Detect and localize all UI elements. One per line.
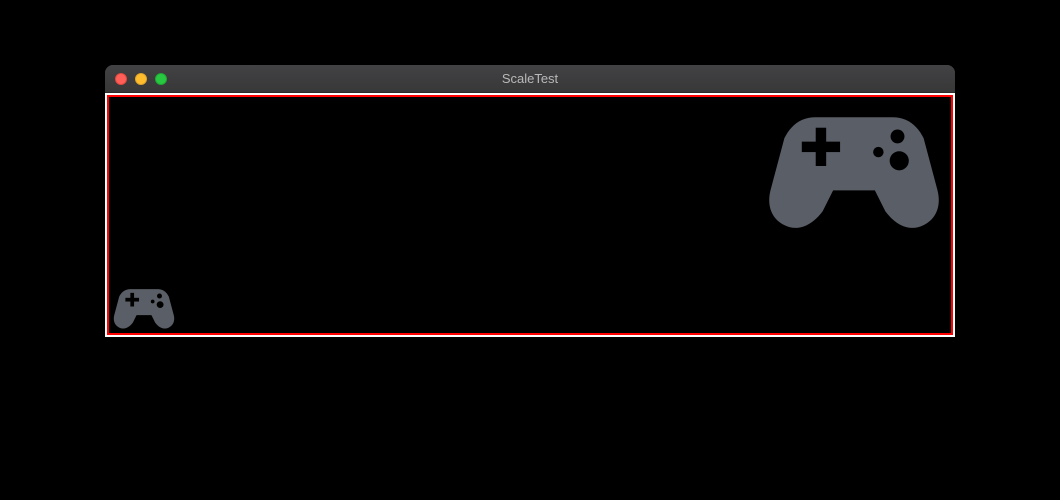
app-window: ScaleTest — [105, 65, 955, 337]
minimize-button[interactable] — [135, 73, 147, 85]
game-controller-icon-large — [767, 101, 941, 231]
titlebar[interactable]: ScaleTest — [105, 65, 955, 93]
traffic-lights — [115, 73, 167, 85]
close-button[interactable] — [115, 73, 127, 85]
scene-view — [107, 95, 953, 335]
zoom-button[interactable] — [155, 73, 167, 85]
window-title: ScaleTest — [502, 71, 558, 86]
content-area — [105, 93, 955, 337]
game-controller-icon-small — [113, 284, 175, 329]
